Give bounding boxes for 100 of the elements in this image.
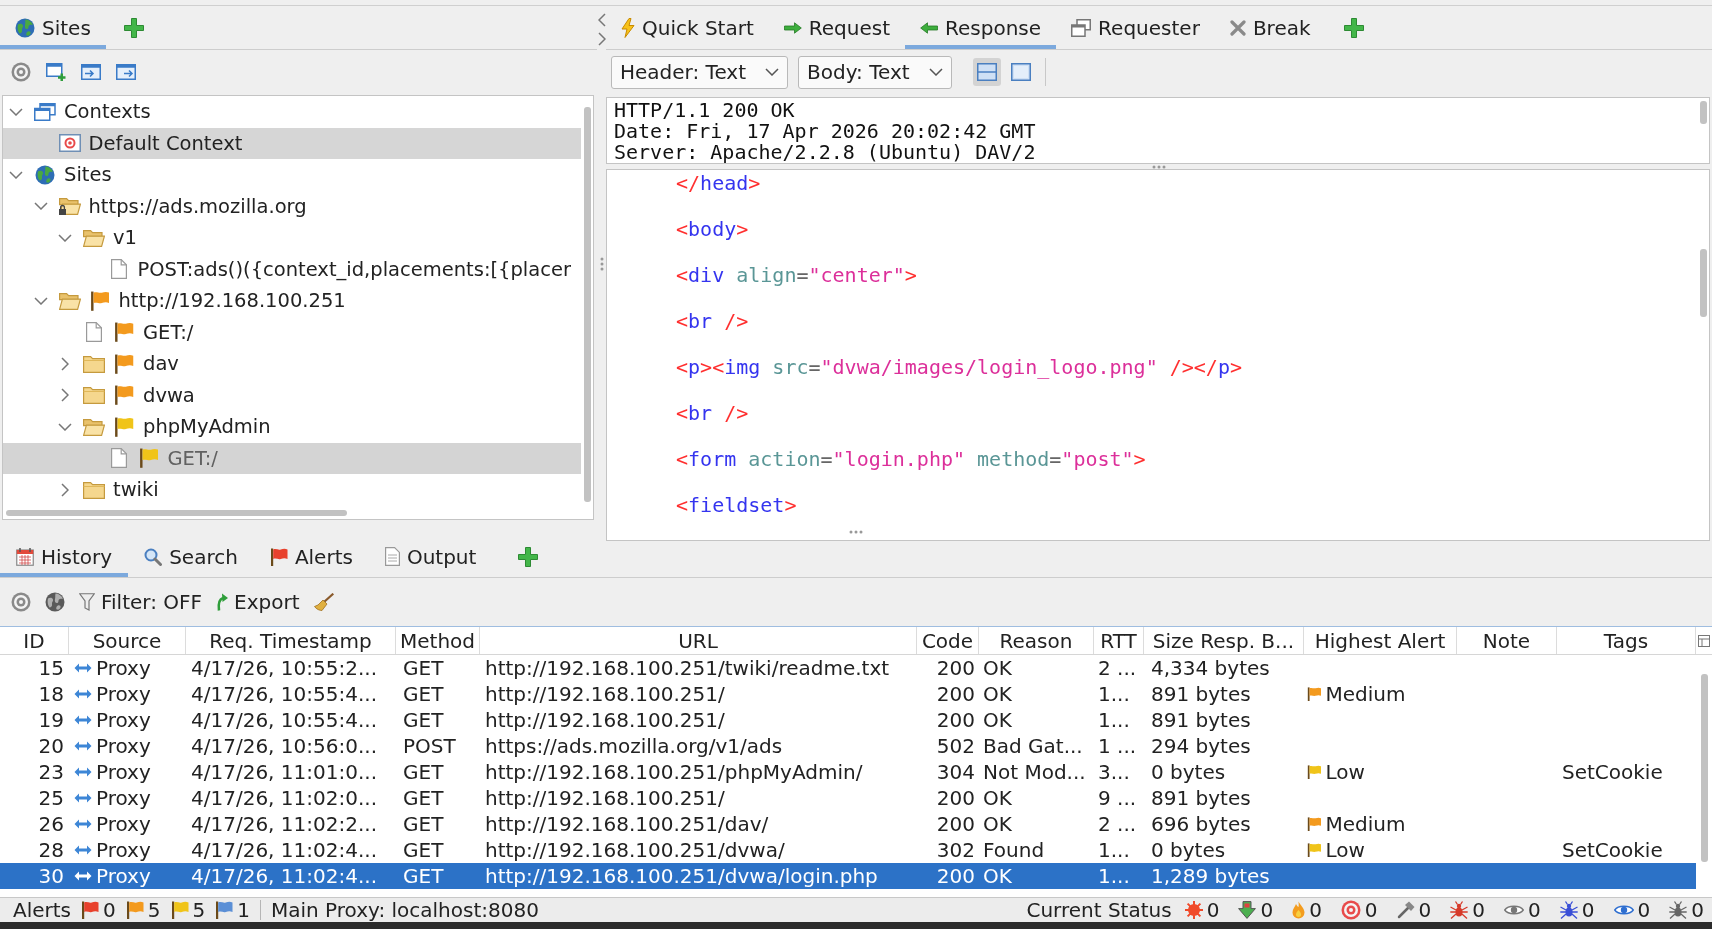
table-row[interactable]: 18 Proxy 4/17/26, 10:55:4... GET http://192.168.100.251/ 200 OK 1... 891 bytes Medium (0, 681, 1696, 707)
chevron-down-icon[interactable] (58, 422, 72, 431)
table-cell: OK (983, 811, 1012, 837)
table-cell: 302 (936, 837, 975, 863)
table-cell: http://192.168.100.251/phpMyAdmin/ (485, 759, 863, 785)
broom-icon[interactable] (313, 593, 334, 611)
column-header[interactable]: Size Resp. B... (1144, 627, 1304, 654)
table-grid-icon[interactable] (1698, 634, 1710, 647)
file-icon (110, 448, 127, 469)
filter-button[interactable]: Filter: OFF (79, 590, 203, 614)
double-arrow-icon (74, 871, 92, 881)
grip-dots-icon[interactable] (849, 529, 863, 534)
header-line: Server: Apache/2.2.8 (Ubuntu) DAV/2 (614, 142, 1036, 163)
tree-item[interactable]: v1 (3, 222, 581, 254)
panel-tab[interactable]: Request (768, 6, 906, 49)
column-header[interactable]: Reason (979, 627, 1094, 654)
plus-icon[interactable] (1343, 17, 1364, 38)
chevron-right-icon[interactable] (61, 356, 69, 371)
scrollbar-thumb[interactable] (583, 107, 591, 502)
column-header[interactable]: RTT (1094, 627, 1144, 654)
tree-item[interactable]: Contexts (3, 96, 581, 128)
chevron-down-icon[interactable] (9, 170, 23, 179)
column-header[interactable]: Method (396, 627, 480, 654)
chevron-down-icon[interactable] (33, 296, 48, 305)
chevron-right-icon[interactable] (597, 32, 606, 46)
split-layout-icon (977, 63, 997, 81)
table-cell: 1,289 bytes (1151, 863, 1270, 889)
window-plus-icon[interactable] (46, 63, 66, 81)
tree-item[interactable]: GET:/ (3, 442, 581, 474)
chevron-right-icon[interactable] (61, 388, 69, 403)
scan-count: 0 (1581, 898, 1595, 922)
chevron-right-icon[interactable] (61, 482, 69, 497)
table-cell: Proxy (96, 681, 151, 707)
panel-tab[interactable]: Requester (1056, 6, 1215, 49)
column-header[interactable]: ID (0, 627, 69, 654)
curved-arrow-icon (216, 593, 229, 611)
header-view-dropdown[interactable]: Header: Text (611, 55, 788, 89)
table-row[interactable]: 20 Proxy 4/17/26, 10:56:0... POST https://ads.mozilla.org/v1/ads 502 Bad Gat... 1 ... 294 bytes (0, 733, 1696, 759)
column-header[interactable]: Req. Timestamp (186, 627, 396, 654)
table-cell: 200 (936, 655, 975, 681)
export-button[interactable]: Export (216, 590, 300, 614)
table-cell: 4/17/26, 11:02:4... (191, 863, 377, 889)
panel-tab[interactable]: Response (905, 6, 1057, 49)
grip-dots-icon[interactable] (599, 257, 604, 271)
layout-toggle-button[interactable] (973, 58, 1001, 86)
column-header[interactable]: Note (1457, 627, 1557, 654)
tree-item[interactable]: dvwa (3, 379, 581, 411)
chevron-down-icon[interactable] (33, 202, 48, 211)
tree-item[interactable]: phpMyAdmin (3, 411, 581, 443)
spider-icon (1559, 901, 1578, 919)
body-view-dropdown[interactable]: Body: Text (798, 55, 952, 89)
column-header[interactable]: Source (69, 627, 186, 654)
column-header[interactable]: URL (480, 627, 917, 654)
column-header[interactable]: Tags (1557, 627, 1696, 654)
plus-icon[interactable] (123, 17, 144, 38)
tree-item[interactable]: twiki (3, 474, 581, 506)
panel-tab[interactable]: Break (1214, 6, 1326, 49)
scrollbar-thumb[interactable] (1699, 249, 1707, 317)
panel-tab[interactable]: Quick Start (606, 6, 769, 49)
scrollbar-thumb[interactable] (1700, 674, 1708, 862)
tree-item[interactable]: Sites (3, 159, 581, 191)
tree-item[interactable]: POST:ads()({context_id,placements:[{placer (3, 253, 581, 285)
target-icon[interactable] (11, 62, 31, 82)
column-header[interactable]: Highest Alert (1304, 627, 1457, 654)
panel-tab[interactable]: Alerts (253, 536, 369, 577)
scrollbar-thumb[interactable] (1699, 101, 1707, 124)
down-arrow-icon (1238, 901, 1257, 919)
panel-tab[interactable]: Output (368, 536, 493, 577)
chevron-down-icon[interactable] (58, 233, 72, 242)
tree-item[interactable]: GET:/ (3, 316, 581, 348)
tree-item[interactable]: https://ads.mozilla.org (3, 190, 581, 222)
table-row[interactable]: 15 Proxy 4/17/26, 10:55:2... GET http://192.168.100.251/twiki/readme.txt 200 OK 2 ... 4,334 bytes (0, 655, 1696, 681)
chevron-left-icon[interactable] (597, 13, 606, 27)
tree-item[interactable]: Default Context (3, 127, 581, 159)
table-row[interactable]: 23 Proxy 4/17/26, 11:01:0... GET http://192.168.100.251/phpMyAdmin/ 304 Not Mod... 3... 0 bytes Low SetCookie (0, 759, 1696, 785)
grip-dots-icon[interactable] (1152, 164, 1166, 169)
plus-icon[interactable] (518, 546, 539, 567)
panel-tab[interactable]: History (0, 536, 129, 577)
table-cell: http://192.168.100.251/dvwa/ (485, 837, 785, 863)
chevron-down-icon[interactable] (9, 107, 23, 116)
arrow-left-icon (920, 21, 939, 34)
table-row[interactable]: 19 Proxy 4/17/26, 10:55:4... GET http://192.168.100.251/ 200 OK 1... 891 bytes (0, 707, 1696, 733)
table-cell: 28 (38, 837, 64, 863)
table-row[interactable]: 28 Proxy 4/17/26, 11:02:4... GET http://192.168.100.251/dvwa/ 302 Found 1... 0 bytes Low SetCookie (0, 837, 1696, 863)
panel-tab[interactable]: Search (128, 536, 254, 577)
table-cell: 1... (1098, 837, 1130, 863)
table-cell: https://ads.mozilla.org/v1/ads (485, 733, 783, 759)
globe-icon[interactable] (45, 592, 65, 612)
table-cell: OK (983, 863, 1012, 889)
target-icon[interactable] (11, 592, 31, 612)
tree-item[interactable]: http://192.168.100.251 (3, 285, 581, 317)
double-arrow-icon (74, 689, 92, 699)
scrollbar-thumb[interactable] (6, 510, 347, 516)
tree-item[interactable]: dav (3, 348, 581, 380)
table-cell: 3... (1098, 759, 1130, 785)
table-row[interactable]: 25 Proxy 4/17/26, 11:02:0... GET http://192.168.100.251/ 200 OK 9 ... 891 bytes (0, 785, 1696, 811)
table-row[interactable]: 30 Proxy 4/17/26, 11:02:4... GET http://192.168.100.251/dvwa/login.php 200 OK 1... 1,289 bytes (0, 863, 1696, 889)
panel-tab[interactable]: Sites (0, 6, 106, 49)
table-row[interactable]: 26 Proxy 4/17/26, 11:02:2... GET http://192.168.100.251/dav/ 200 OK 2 ... 696 bytes Medium (0, 811, 1696, 837)
column-header[interactable]: Code (917, 627, 979, 654)
